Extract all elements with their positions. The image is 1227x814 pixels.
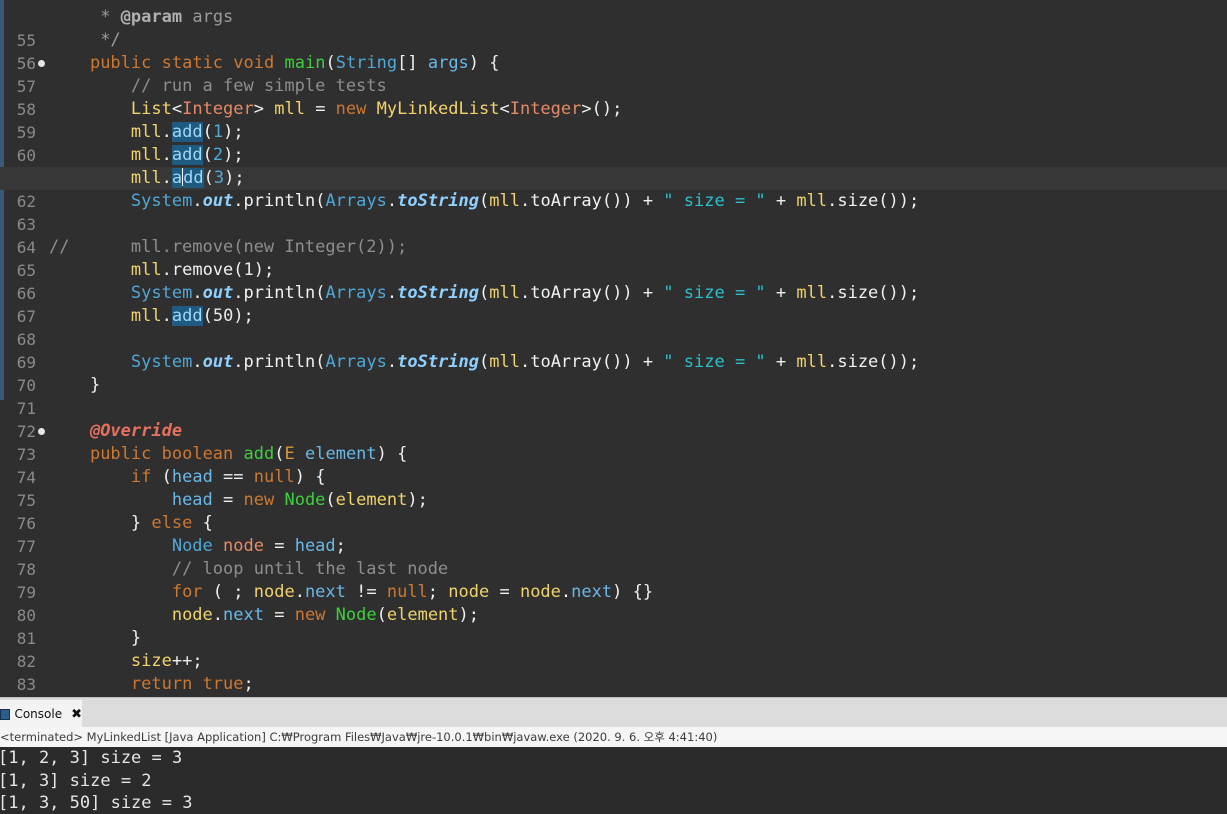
- code-line: 73 @Override: [0, 420, 1227, 464]
- code-line: 68 mll.add(50);: [0, 305, 1227, 349]
- current-line: 62 mll.add(3);: [0, 167, 1227, 211]
- console-output-line: [1, 2, 3] size = 3: [0, 748, 183, 768]
- code-line: 75 if (head == null) {: [0, 466, 1227, 510]
- code-line: 84 return true;: [0, 673, 1227, 696]
- code-line: 66 mll.remove(1);: [0, 259, 1227, 303]
- code-line: 80 for ( ; node.next != null; node = nod…: [0, 581, 1227, 625]
- code-line: 61 mll.add(2);: [0, 144, 1227, 188]
- code-line: 58 // run a few simple tests: [0, 75, 1227, 119]
- code-line: 78 Node node = head;: [0, 535, 1227, 579]
- console-output-line: [1, 3, 50] size = 3: [0, 793, 193, 813]
- tab-console[interactable]: Console ✖: [0, 700, 82, 728]
- code-line: 74 public boolean add(E element) {: [0, 443, 1227, 487]
- console-process-info: <terminated> MyLinkedList [Java Applicat…: [0, 727, 1227, 748]
- code-line: 79 // loop until the last node: [0, 558, 1227, 602]
- console-tab-label: Console: [14, 707, 63, 721]
- code-line: 76 head = new Node(element);: [0, 489, 1227, 533]
- code-line: 59 List<Integer> mll = new MyLinkedList<…: [0, 98, 1227, 142]
- code-line: 70 System.out.println(Arrays.toString(ml…: [0, 351, 1227, 395]
- method-fold-marker[interactable]: [38, 60, 45, 67]
- code-line: 77 } else {: [0, 512, 1227, 556]
- console-icon: [0, 708, 11, 720]
- console-tab-bar: Console ✖: [0, 697, 1227, 728]
- code-line: 60 mll.add(1);: [0, 121, 1227, 165]
- code-line: 63 System.out.println(Arrays.toString(ml…: [0, 190, 1227, 234]
- close-icon[interactable]: ✖: [71, 707, 82, 722]
- code-line: 65 // mll.remove(new Integer(2));: [0, 236, 1227, 280]
- code-line: 57 public static void main(String[] args…: [0, 52, 1227, 96]
- code-line: 82 }: [0, 627, 1227, 671]
- code-line: 55 * @param args: [0, 6, 1227, 50]
- code-line: 56 */: [0, 29, 1227, 73]
- code-editor[interactable]: 55 * @param args 56 */ 57 public static …: [0, 0, 1227, 697]
- method-fold-marker[interactable]: [38, 428, 45, 435]
- code-line: 72: [0, 397, 1227, 441]
- console-output-line: [1, 3] size = 2: [0, 770, 152, 791]
- code-line: 83 size++;: [0, 650, 1227, 694]
- console-output[interactable]: [1, 2, 3] size = 3 [1, 3] size = 2 [1, 3…: [0, 747, 1227, 814]
- code-line: 67 System.out.println(Arrays.toString(ml…: [0, 282, 1227, 326]
- code-line: 64: [0, 213, 1227, 257]
- code-lines: 55 * @param args 56 */ 57 public static …: [0, 6, 1227, 696]
- code-line: 69: [0, 328, 1227, 372]
- code-line: 81 node.next = new Node(element);: [0, 604, 1227, 648]
- code-line: 71 }: [0, 374, 1227, 418]
